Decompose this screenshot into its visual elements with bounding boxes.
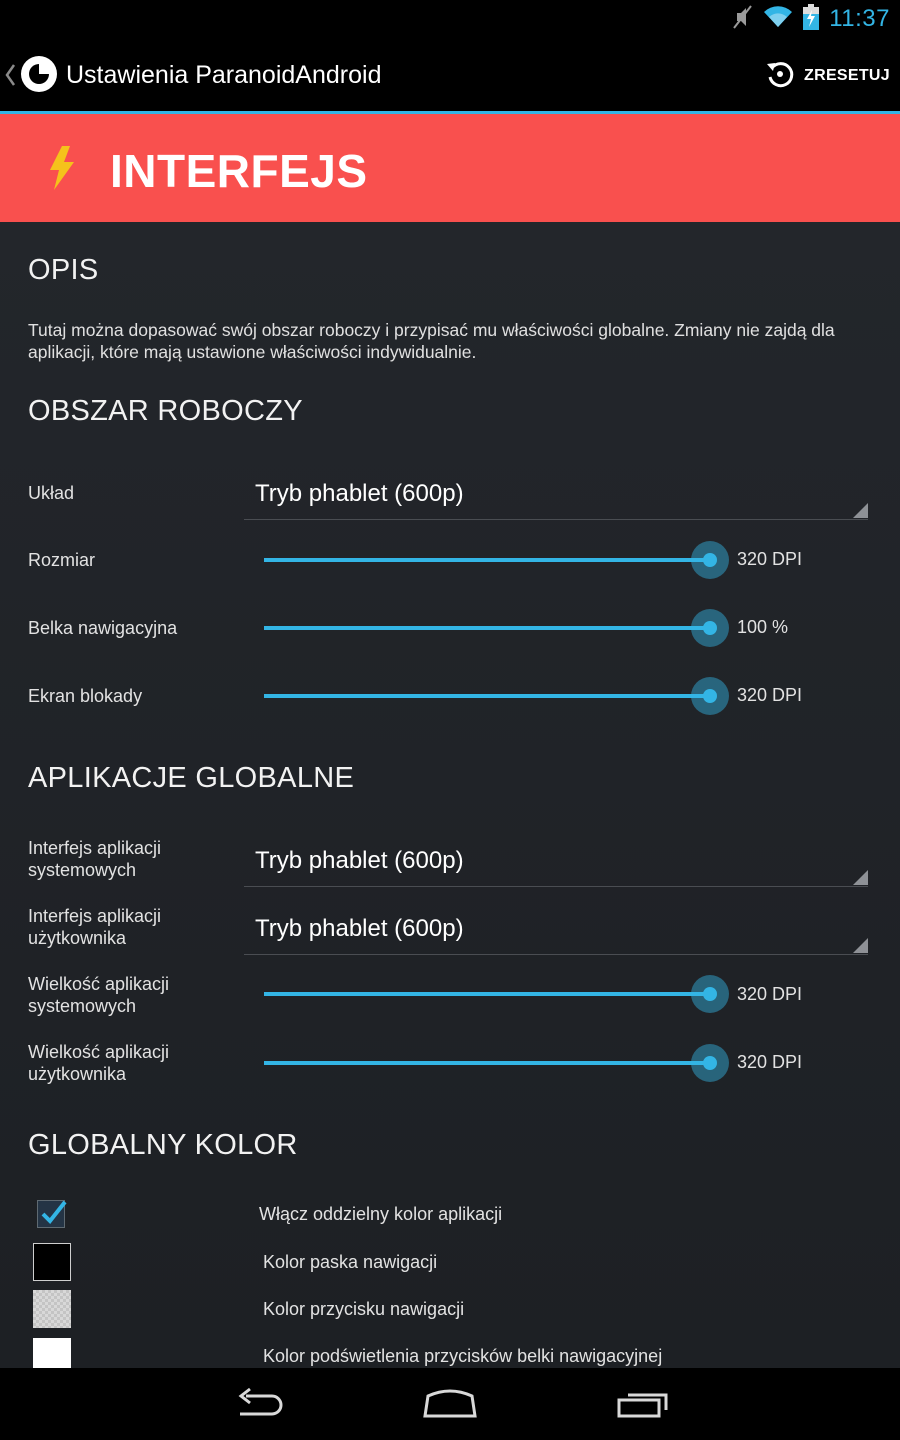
spinner-corner-icon — [853, 503, 868, 518]
slider-thumb-core — [703, 689, 717, 703]
action-bar-title: Ustawienia ParanoidAndroid — [66, 61, 382, 89]
enable-color-checkbox[interactable] — [37, 1200, 67, 1228]
ekran-label: Ekran blokady — [28, 686, 143, 706]
slider-track — [264, 694, 710, 698]
user-size-label-line1: Wielkość aplikacji — [28, 1042, 170, 1062]
aplikacje-heading: APLIKACJE GLOBALNE — [28, 762, 355, 794]
navbar-color-swatch[interactable] — [33, 1243, 71, 1281]
uklad-value: Tryb phablet (600p) — [255, 480, 464, 507]
rozmiar-slider[interactable] — [264, 540, 729, 580]
user-size-label: Wielkość aplikacji użytkownika — [28, 1041, 169, 1085]
sys-size-label-line2: systemowych — [28, 996, 137, 1016]
status-bar: 11:37 — [0, 0, 900, 38]
lightning-bolt-icon — [48, 146, 76, 195]
sys-ui-label: Interfejs aplikacji systemowych — [28, 837, 161, 881]
user-ui-label: Interfejs aplikacji użytkownika — [28, 905, 161, 949]
opis-heading: OPIS — [28, 254, 99, 286]
paranoid-logo-icon[interactable] — [20, 55, 58, 98]
sys-ui-label-line1: Interfejs aplikacji — [28, 838, 162, 858]
battery-charging-icon — [803, 3, 820, 35]
user-size-slider[interactable] — [264, 1043, 729, 1083]
sys-size-value: 320 DPI — [737, 984, 803, 1004]
up-caret-icon[interactable] — [4, 62, 16, 93]
action-bar: Ustawienia ParanoidAndroid ZRESETUJ — [0, 38, 900, 112]
slider-thumb-core — [703, 1056, 717, 1070]
slider-track — [264, 1061, 710, 1065]
glow-color-swatch[interactable] — [33, 1338, 71, 1368]
system-navigation-bar — [0, 1368, 900, 1440]
user-size-value: 320 DPI — [737, 1052, 803, 1072]
spinner-corner-icon — [853, 938, 868, 953]
slider-thumb-core — [703, 621, 717, 635]
spinner-corner-icon — [853, 870, 868, 885]
user-size-label-line2: użytkownika — [28, 1064, 127, 1084]
rozmiar-label: Rozmiar — [28, 550, 96, 570]
wifi-icon — [763, 5, 793, 34]
opis-description: Tutaj można dopasować swój obszar robocz… — [28, 320, 835, 362]
belka-slider[interactable] — [264, 608, 729, 648]
belka-label: Belka nawigacyjna — [28, 618, 178, 638]
sys-size-label-line1: Wielkość aplikacji — [28, 974, 170, 994]
sys-size-label: Wielkość aplikacji systemowych — [28, 973, 169, 1017]
user-ui-value: Tryb phablet (600p) — [255, 915, 464, 942]
back-nav-icon[interactable] — [232, 1386, 286, 1422]
belka-value: 100 % — [737, 617, 789, 637]
reset-label: ZRESETUJ — [804, 67, 890, 84]
slider-thumb-core — [703, 987, 717, 1001]
sys-ui-label-line2: systemowych — [28, 860, 137, 880]
navbar-color-label[interactable]: Kolor paska nawigacji — [263, 1252, 437, 1273]
rozmiar-value: 320 DPI — [737, 549, 803, 569]
sys-ui-spinner[interactable]: Tryb phablet (600p) — [244, 839, 868, 887]
status-time: 11:37 — [829, 5, 890, 32]
muted-icon — [731, 4, 753, 35]
ekran-slider[interactable] — [264, 676, 729, 716]
obszar-heading: OBSZAR ROBOCZY — [28, 395, 303, 427]
sys-ui-value: Tryb phablet (600p) — [255, 847, 464, 874]
user-ui-label-line2: użytkownika — [28, 928, 127, 948]
kolor-heading: GLOBALNY KOLOR — [28, 1129, 298, 1161]
slider-track — [264, 992, 710, 996]
navbutton-color-swatch[interactable] — [33, 1290, 71, 1328]
slider-track — [264, 558, 710, 562]
uklad-label: Układ — [28, 483, 75, 503]
navbutton-color-label[interactable]: Kolor przycisku nawigacji — [263, 1299, 464, 1320]
glow-color-label[interactable]: Kolor podświetlenia przycisków belki naw… — [263, 1346, 662, 1367]
section-banner: INTERFEJS — [0, 114, 900, 222]
reset-icon — [764, 58, 796, 95]
user-ui-spinner[interactable]: Tryb phablet (600p) — [244, 907, 868, 955]
recents-nav-icon[interactable] — [616, 1386, 672, 1422]
settings-content[interactable]: OPIS Tutaj można dopasować swój obszar r… — [0, 222, 900, 1368]
user-ui-label-line1: Interfejs aplikacji — [28, 906, 162, 926]
slider-track — [264, 626, 710, 630]
slider-thumb-core — [703, 553, 717, 567]
sys-size-slider[interactable] — [264, 974, 729, 1014]
enable-color-label[interactable]: Włącz oddzielny kolor aplikacji — [259, 1204, 502, 1225]
ekran-value: 320 DPI — [737, 685, 803, 705]
banner-title: INTERFEJS — [110, 145, 368, 197]
reset-button[interactable]: ZRESETUJ — [764, 60, 890, 92]
uklad-spinner[interactable]: Tryb phablet (600p) — [244, 472, 868, 520]
check-icon — [41, 1200, 67, 1225]
home-nav-icon[interactable] — [422, 1386, 478, 1422]
